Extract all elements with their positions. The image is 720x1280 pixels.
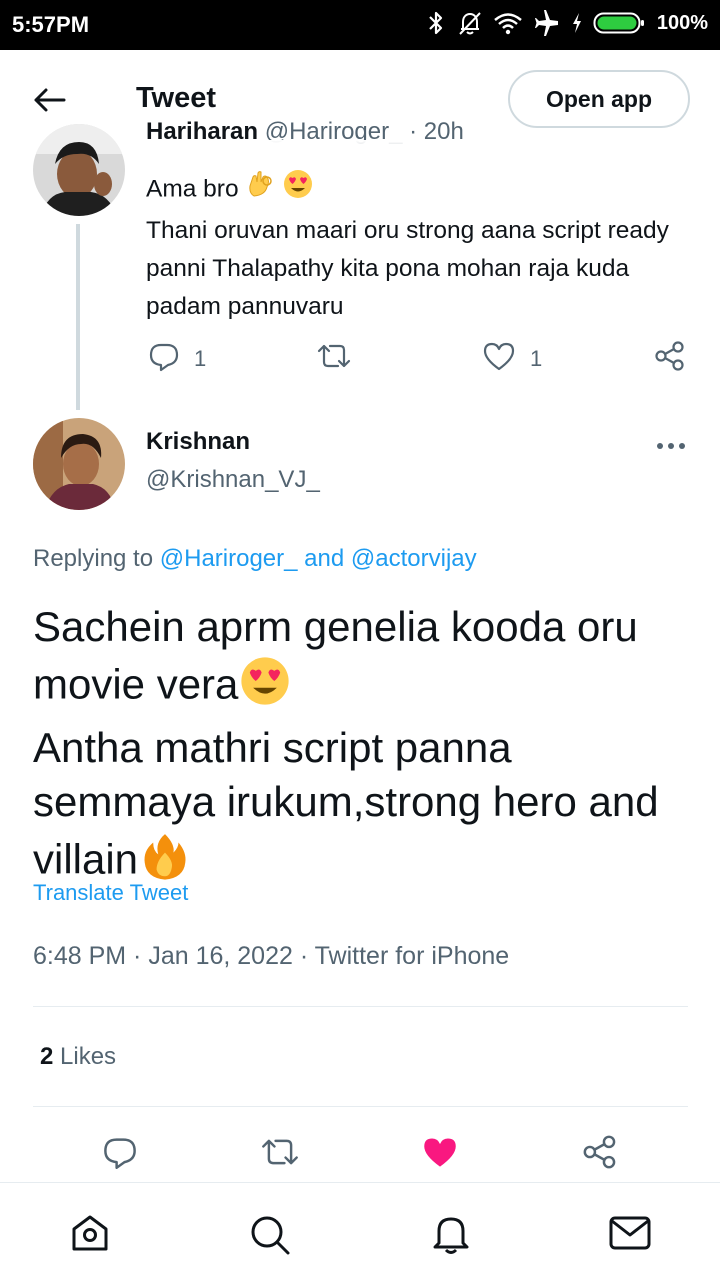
divider (33, 1106, 688, 1107)
prev-reply-action[interactable]: 1 (148, 340, 206, 378)
bluetooth-icon (425, 10, 447, 36)
airplane-icon (533, 10, 561, 36)
charging-icon (571, 12, 583, 34)
author-handle[interactable]: @Krishnan_VJ_ (146, 466, 320, 494)
tweet-text: Sachein aprm genelia kooda oru movie ver… (33, 600, 703, 896)
messages-icon[interactable] (608, 1213, 652, 1258)
battery-percentage: 100% (656, 11, 708, 34)
back-arrow-icon[interactable] (30, 80, 70, 120)
share-icon (654, 340, 686, 378)
prev-retweet-action[interactable] (316, 340, 352, 378)
retweet-icon (316, 340, 352, 378)
tweet-author[interactable]: Krishnan @Krishnan_VJ_ (146, 428, 320, 494)
bottom-navigation (0, 1182, 720, 1280)
prev-like-action[interactable]: 1 (482, 340, 542, 378)
more-options-icon[interactable] (656, 438, 686, 449)
previous-tweet-text: Ama bro Thani oruvan maari oru strong aa… (146, 168, 686, 326)
search-icon[interactable] (248, 1213, 292, 1262)
page-title: Tweet (136, 82, 217, 114)
share-icon[interactable] (582, 1134, 618, 1175)
home-icon[interactable] (68, 1213, 112, 1258)
status-icons: 100% (425, 10, 708, 36)
author-avatar[interactable] (33, 418, 125, 510)
like-icon (482, 340, 516, 378)
wifi-icon (493, 11, 523, 35)
ok-hand-emoji (245, 169, 275, 211)
status-time: 5:57PM (12, 12, 90, 37)
status-bar: 5:57PM 100% (0, 0, 720, 50)
replying-to-link-hariroger[interactable]: @Hariroger_ (160, 545, 298, 572)
retweet-icon[interactable] (260, 1134, 300, 1175)
notifications-off-icon (457, 10, 483, 36)
divider (33, 1006, 688, 1007)
translate-tweet-link[interactable]: Translate Tweet (33, 880, 188, 906)
likes-count[interactable]: 2 Likes (40, 1043, 116, 1071)
replying-to-link-actorvijay[interactable]: @actorvijay (351, 545, 477, 572)
liked-heart-icon[interactable] (420, 1134, 460, 1175)
prev-like-count: 1 (530, 346, 543, 371)
battery-icon (593, 11, 645, 35)
prev-reply-count: 1 (194, 346, 207, 371)
previous-tweet-avatar[interactable] (33, 124, 125, 216)
notifications-icon[interactable] (430, 1213, 472, 1260)
replying-to: Replying to @Hariroger_ and @actorvijay (33, 545, 477, 572)
reply-icon[interactable] (102, 1134, 138, 1175)
tweet-timestamp[interactable]: 6:48 PM · Jan 16, 2022 · Twitter for iPh… (33, 942, 509, 971)
thread-connector-line (76, 224, 80, 410)
prev-share-action[interactable] (654, 340, 686, 378)
open-app-button[interactable]: Open app (508, 70, 690, 128)
author-name[interactable]: Krishnan (146, 428, 320, 456)
heart-eyes-emoji (282, 168, 314, 212)
heart-eyes-emoji (238, 654, 292, 721)
reply-icon (148, 340, 180, 378)
